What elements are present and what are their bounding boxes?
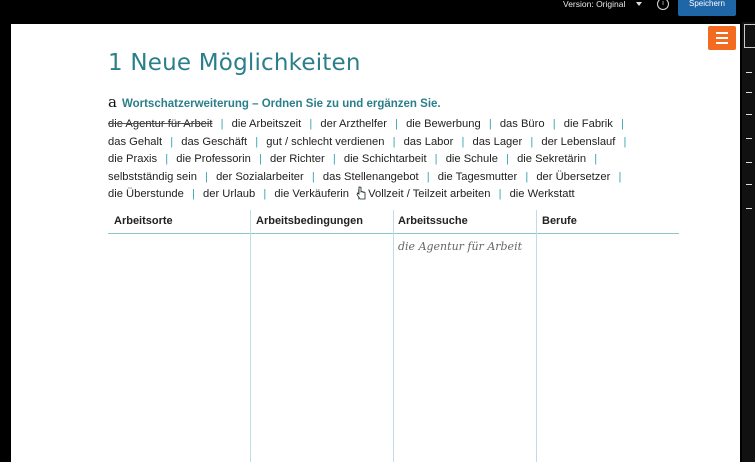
word-bank-item: die Schule xyxy=(445,153,498,165)
word-separator: | xyxy=(170,135,174,148)
version-selector[interactable]: Version: Original xyxy=(563,0,625,9)
word-bank-item: das Büro xyxy=(499,118,545,130)
word-separator: | xyxy=(220,118,224,130)
word-bank-item: die Agentur für Arbeit xyxy=(108,118,213,130)
word-separator: | xyxy=(258,153,262,165)
word-bank-item: der Übersetzer xyxy=(536,170,611,183)
word-bank-item: die Verkäuferin xyxy=(274,188,350,200)
exercise-instruction: a Wortschatzerweiterung – Ordnen Sie zu u… xyxy=(108,93,441,111)
word-separator: | xyxy=(395,118,398,130)
word-bank-item: die Professorin xyxy=(176,153,251,165)
word-bank-item: die Praxis xyxy=(108,153,158,165)
word-separator: | xyxy=(618,170,622,183)
word-bank-item: die Arbeitszeit xyxy=(231,118,302,130)
word-separator: | xyxy=(165,153,169,165)
word-separator: | xyxy=(525,170,529,183)
word-bank-item: die Bewerbung xyxy=(406,118,481,130)
example-entry: die Agentur für Arbeit xyxy=(398,240,523,253)
sidebar-tab[interactable] xyxy=(744,24,755,48)
word-separator: | xyxy=(594,153,598,165)
word-bank-item: die Überstunde xyxy=(108,188,184,200)
word-separator: | xyxy=(205,170,208,183)
exercise-title: 1 Neue Möglichkeiten xyxy=(108,50,361,76)
info-icon[interactable]: i xyxy=(657,0,669,10)
word-separator: | xyxy=(255,135,259,148)
word-bank-item: die Fabrik xyxy=(563,118,613,130)
column-divider xyxy=(250,210,251,462)
word-bank-item: der Richter xyxy=(270,153,325,165)
top-toolbar: Version: Original i Speichern xyxy=(0,0,755,22)
word-bank-item: der Arzthelfer xyxy=(320,118,387,130)
word-separator: | xyxy=(620,118,624,130)
word-separator: | xyxy=(434,153,438,165)
word-bank-item: selbstständig sein xyxy=(108,170,197,183)
word-bank-item: gut / schlecht verdienen xyxy=(266,135,385,148)
word-bank-item: die Tagesmutter xyxy=(437,170,518,183)
word-separator: | xyxy=(263,188,267,200)
word-separator: | xyxy=(426,170,430,183)
word-bank-item: das Stellenangebot xyxy=(322,170,419,183)
word-bank-item: die Werkstatt xyxy=(509,188,575,200)
column-divider xyxy=(393,210,394,462)
word-bank-item: das Labor xyxy=(403,135,454,148)
word-separator: | xyxy=(392,135,396,148)
word-bank-item: der Lebenslauf xyxy=(541,135,616,148)
column-header-arbeitssuche: Arbeitssuche xyxy=(398,215,468,227)
word-separator: | xyxy=(309,118,313,130)
word-bank-item: die Sekretärin xyxy=(517,153,587,165)
word-bank-item: die Schichtarbeit xyxy=(343,153,427,165)
column-header-berufe: Berufe xyxy=(542,215,577,227)
save-button[interactable]: Speichern xyxy=(678,0,736,16)
word-bank-item: das Gehalt xyxy=(108,135,163,148)
column-header-arbeitsbedingungen: Arbeitsbedingungen xyxy=(256,215,363,227)
word-bank-item: der Sozialarbeiter xyxy=(216,170,304,183)
word-bank-item: das Lager xyxy=(472,135,523,148)
word-separator: | xyxy=(552,118,556,130)
word-separator: | xyxy=(506,153,509,165)
word-separator: | xyxy=(530,135,534,148)
column-divider xyxy=(536,210,537,462)
hand-cursor-icon xyxy=(356,186,366,200)
word-separator: | xyxy=(488,118,492,130)
list-icon[interactable] xyxy=(708,26,736,50)
word-separator: | xyxy=(192,188,195,200)
word-separator: | xyxy=(332,153,336,165)
right-sidebar-strip xyxy=(742,22,755,462)
word-separator: | xyxy=(311,170,315,183)
sorting-table: Arbeitsorte Arbeitsbedingungen Arbeitssu… xyxy=(108,210,679,462)
column-header-arbeitsorte: Arbeitsorte xyxy=(114,215,173,227)
word-bank-item: das Geschäft xyxy=(181,135,248,148)
word-bank-item: Vollzeit / Teilzeit arbeiten xyxy=(368,188,491,200)
word-separator: | xyxy=(461,135,465,148)
word-bank-item: der Urlaub xyxy=(203,188,256,200)
word-separator: | xyxy=(623,135,627,148)
word-bank: die Agentur für Arbeit | die Arbeitszeit… xyxy=(108,116,668,204)
chevron-down-icon[interactable] xyxy=(636,2,642,6)
word-separator: | xyxy=(498,188,502,200)
